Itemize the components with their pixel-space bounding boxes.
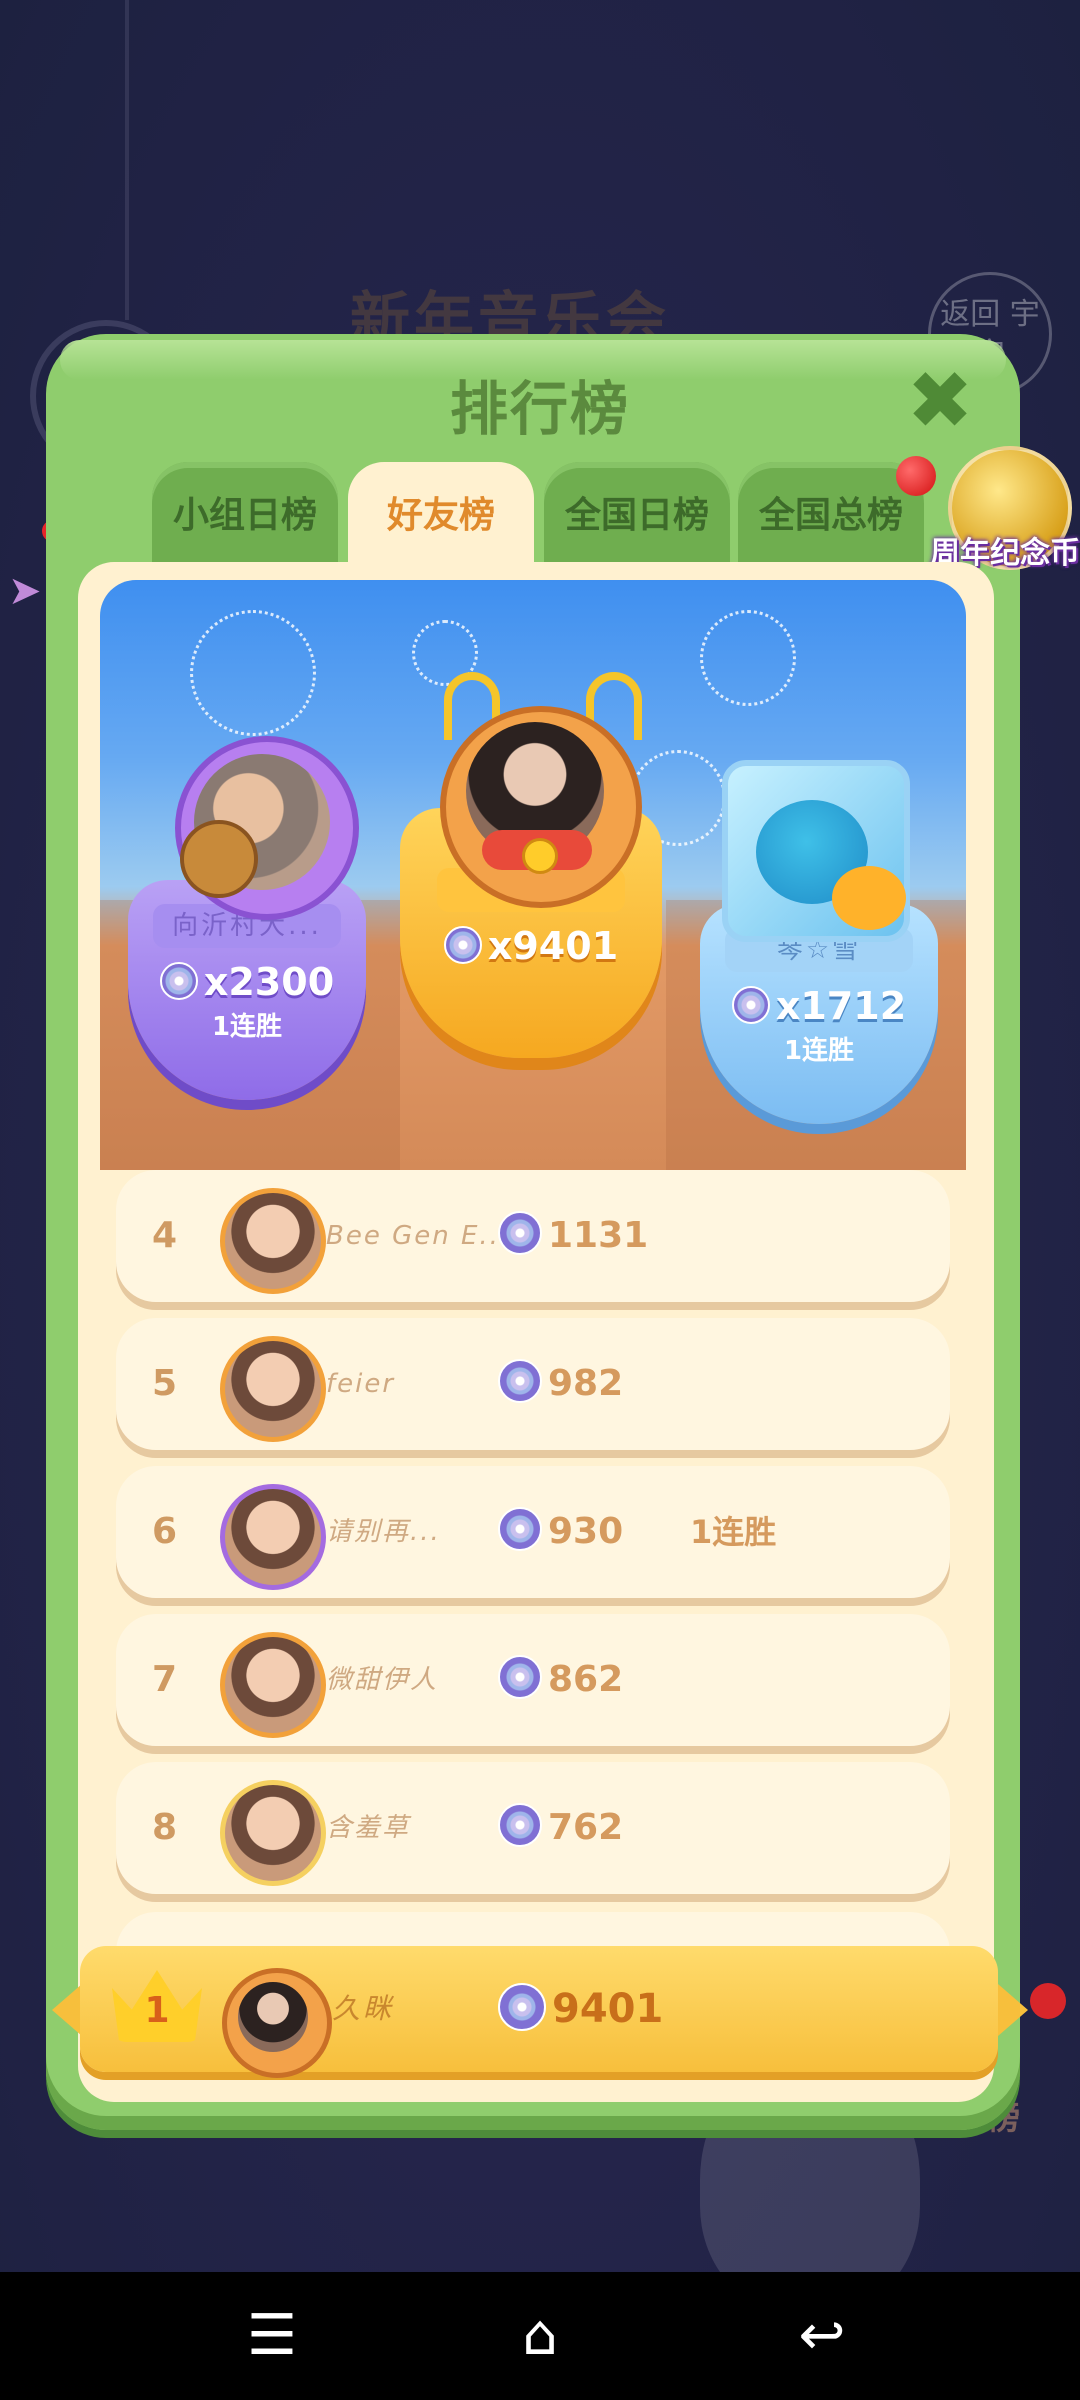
firework-decoration: [700, 610, 796, 706]
table-row[interactable]: 7 微甜伊人 862: [116, 1614, 950, 1746]
guitar-icon: [180, 820, 258, 898]
row-rank: 5: [152, 1363, 178, 1404]
disc-icon: [498, 1359, 542, 1403]
avatar[interactable]: [220, 1632, 326, 1738]
row-name: Bee Gen E...: [326, 1221, 511, 1251]
bell-icon: [522, 838, 558, 874]
table-row[interactable]: 5 feier 982: [116, 1318, 950, 1450]
notification-dot: [1030, 1983, 1066, 2019]
my-rank-right-arrow: [998, 1984, 1028, 2036]
avatar[interactable]: [238, 1982, 308, 2052]
podium-score: x1712: [700, 984, 938, 1028]
row-score: 762: [498, 1762, 623, 1894]
row-score: 1131: [498, 1170, 648, 1302]
disc-icon: [731, 986, 770, 1024]
row-name: feier: [326, 1369, 396, 1399]
podium-score: x9401: [400, 924, 662, 968]
avatar[interactable]: [220, 1780, 326, 1886]
row-score: 862: [498, 1614, 623, 1746]
row-name: 微甜伊人: [326, 1665, 439, 1695]
row-rank: 8: [152, 1807, 178, 1848]
menu-icon[interactable]: ☰: [222, 2290, 322, 2382]
tab-national-daily[interactable]: 全国日榜: [544, 462, 730, 562]
table-row[interactable]: 6 请别再... 930 1连胜: [116, 1466, 950, 1598]
row-rank: 4: [152, 1215, 178, 1256]
disc-icon: [498, 1983, 546, 2031]
disc-icon: [498, 1655, 542, 1699]
row-score: 982: [498, 1318, 623, 1450]
lamp-string: [125, 0, 129, 320]
row-rank: 6: [152, 1511, 178, 1552]
table-row[interactable]: 4 Bee Gen E... 1131: [116, 1170, 950, 1302]
tab-notification-dot: [896, 456, 936, 496]
avatar[interactable]: [220, 1336, 326, 1442]
close-icon[interactable]: ✖: [905, 361, 975, 441]
table-row[interactable]: 8 含羞草 762: [116, 1762, 950, 1894]
row-rank: 7: [152, 1659, 178, 1700]
tab-friends[interactable]: 好友榜: [348, 462, 534, 566]
row-score: 930: [498, 1466, 623, 1598]
my-rank-number: 1: [144, 1990, 170, 2031]
disc-icon: [443, 926, 482, 964]
disc-icon: [498, 1507, 542, 1551]
disc-icon: [498, 1211, 542, 1255]
firework-decoration: [190, 610, 316, 736]
podium-score: x2300: [128, 960, 366, 1004]
my-rank-left-arrow: [52, 1984, 82, 2036]
back-icon[interactable]: ↩: [772, 2290, 872, 2382]
avatar[interactable]: [220, 1484, 326, 1590]
avatar[interactable]: [220, 1188, 326, 1294]
podium-streak: 1连胜: [211, 1012, 283, 1042]
row-name: 请别再...: [326, 1517, 441, 1547]
home-icon[interactable]: ⌂: [490, 2290, 590, 2382]
chick-decoration: [832, 866, 906, 930]
row-streak: 1连胜: [690, 1513, 777, 1551]
row-name: 含羞草: [326, 1813, 411, 1843]
my-score: 9401: [498, 1946, 663, 2072]
tab-group-daily[interactable]: 小组日榜: [152, 462, 338, 562]
podium-streak: 1连胜: [783, 1036, 855, 1066]
my-name: 久眯: [332, 1992, 395, 2025]
disc-icon: [498, 1803, 542, 1847]
side-arrow-icon[interactable]: ➤: [8, 568, 42, 614]
disc-icon: [159, 962, 198, 1000]
